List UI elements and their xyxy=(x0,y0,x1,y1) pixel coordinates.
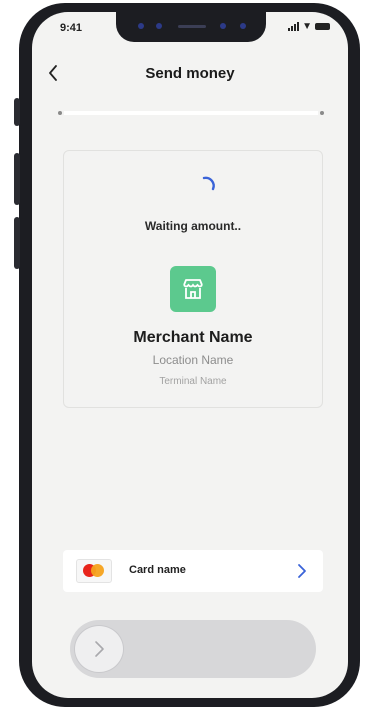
merchant-card: Waiting amount.. Merchant Name Location … xyxy=(63,150,323,408)
progress-track xyxy=(58,111,324,115)
slide-to-pay-handle[interactable] xyxy=(74,625,124,673)
notch xyxy=(116,12,266,42)
sensor-dot xyxy=(156,23,162,29)
mute-switch xyxy=(14,98,20,126)
sensor-dot xyxy=(138,23,144,29)
battery-icon xyxy=(315,23,330,30)
loading-spinner-icon xyxy=(202,176,215,191)
chevron-right-icon[interactable] xyxy=(295,563,309,579)
header: Send money xyxy=(32,60,348,90)
arrow-right-icon xyxy=(95,641,104,657)
wifi-icon: ▼ xyxy=(302,21,312,32)
camera-dot xyxy=(240,23,246,29)
progress-start-dot xyxy=(58,111,62,115)
terminal-name: Terminal Name xyxy=(159,376,227,387)
location-name: Location Name xyxy=(152,353,234,367)
page-title: Send money xyxy=(145,65,235,82)
sensor-dot xyxy=(220,23,226,29)
mastercard-icon xyxy=(76,559,112,583)
waiting-status-text: Waiting amount.. xyxy=(144,219,242,233)
store-icon xyxy=(183,279,203,299)
speaker-grille xyxy=(178,25,206,28)
signal-icon xyxy=(288,22,300,31)
status-time: 9:41 xyxy=(60,22,83,34)
progress-end-dot xyxy=(320,111,324,115)
volume-up-button xyxy=(14,153,20,205)
merchant-name: Merchant Name xyxy=(133,329,253,346)
volume-down-button xyxy=(14,217,20,269)
slide-to-pay-track[interactable] xyxy=(70,620,316,678)
status-icons: ▼ xyxy=(288,21,330,32)
phone-screen: 9:41 ▼ Send money Waiting amount.. Merch… xyxy=(32,12,348,698)
payment-card-selector[interactable]: Card name xyxy=(63,550,323,592)
merchant-store-badge xyxy=(170,266,216,312)
progress-line xyxy=(64,111,318,115)
card-name-label: Card name xyxy=(129,564,186,576)
